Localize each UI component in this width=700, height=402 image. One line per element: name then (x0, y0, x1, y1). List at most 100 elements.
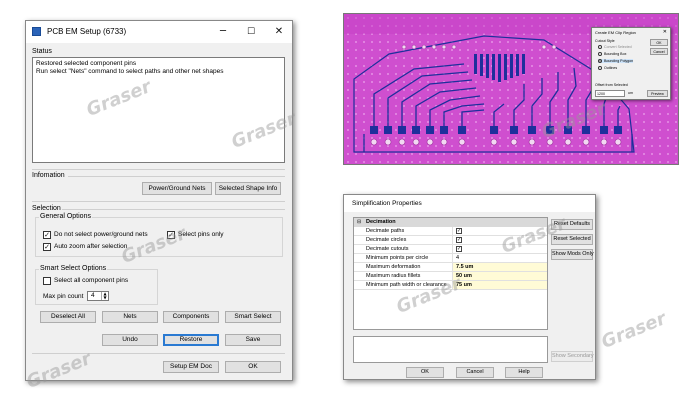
description-panel (353, 336, 548, 363)
property-value[interactable]: ✓ (452, 245, 547, 253)
radio-icon (598, 52, 602, 57)
pcb-layout-view[interactable]: Create EM Clip Region ✕ Cutout Style Con… (343, 13, 679, 165)
cancel-button[interactable]: Cancel (456, 367, 494, 378)
auto-zoom-checkbox[interactable]: ✓ (43, 243, 51, 251)
status-textarea[interactable]: Restored selected component pins Run sel… (32, 57, 285, 163)
option-label: Outlines (604, 66, 618, 70)
option-label: Convert Selected (604, 45, 632, 49)
ok-button[interactable]: OK (406, 367, 444, 378)
property-row[interactable]: Maximum radius fillets 50 um (354, 272, 547, 281)
spin-arrows-icon[interactable]: ▲ ▼ (101, 292, 108, 300)
clip-dialog-title: Create EM Clip Region (595, 30, 636, 35)
power-ground-nets-button[interactable]: Power/Ground Nets (142, 182, 212, 195)
option-convert-selected[interactable]: Convert Selected (598, 45, 632, 50)
window-title: Simplification Properties (352, 200, 422, 207)
radio-icon (598, 45, 602, 50)
property-key: Minimum points per circle (366, 255, 429, 261)
select-all-component-pins-checkbox[interactable] (43, 277, 51, 285)
undo-button[interactable]: Undo (102, 334, 158, 346)
option-bounding-box[interactable]: Bounding Box (598, 52, 626, 57)
property-key: Decimate cutouts (366, 246, 409, 252)
show-mods-only-button[interactable]: Show Mods Only (551, 249, 594, 260)
property-value[interactable]: 4 (452, 254, 547, 262)
property-grid[interactable]: ⊟ Decimation Decimate paths ✓ Decimate ci… (353, 217, 548, 330)
property-key: Minimum path width or clearance (366, 282, 447, 288)
collapse-icon[interactable]: ⊟ (357, 219, 361, 225)
preview-button[interactable]: Preview (647, 90, 668, 97)
property-value[interactable]: ✓ (452, 236, 547, 244)
radio-selected-icon (598, 59, 602, 64)
close-icon[interactable]: ✕ (272, 25, 286, 39)
property-row[interactable]: Maximum deformation 7.5 um (354, 263, 547, 272)
decimation-section-header[interactable]: ⊟ Decimation (354, 218, 547, 227)
selection-label: Selection (32, 205, 61, 212)
divider (32, 201, 285, 202)
reset-selected-button[interactable]: Reset Selected (551, 234, 593, 245)
property-value[interactable]: 75 um (452, 281, 547, 289)
restore-button[interactable]: Restore (163, 334, 219, 346)
minimize-icon[interactable]: ─ (216, 25, 230, 39)
nets-button[interactable]: Nets (102, 311, 158, 323)
clip-cancel-button[interactable]: Cancel (650, 48, 668, 55)
select-pins-only-label: Select pins only (178, 231, 224, 238)
create-em-clip-region-dialog: Create EM Clip Region ✕ Cutout Style Con… (591, 27, 671, 100)
property-key: Maximum deformation (366, 264, 421, 270)
property-key: Maximum radius fillets (366, 273, 421, 279)
property-row[interactable]: Decimate circles ✓ (354, 236, 547, 245)
window-title: PCB EM Setup (6733) (47, 27, 127, 36)
title-bar: PCB EM Setup (6733) ─ ☐ ✕ (26, 21, 292, 43)
status-line-1: Restored selected component pins (36, 60, 137, 67)
radio-icon (598, 66, 602, 71)
option-bounding-polygon[interactable]: Bounding Polygon (598, 59, 634, 64)
offset-input[interactable]: 1200 (595, 90, 625, 97)
property-value[interactable]: 50 um (452, 272, 547, 280)
information-label: Infomation (32, 172, 65, 179)
simplification-properties-window: Simplification Properties ⊟ Decimation D… (343, 194, 596, 380)
close-icon[interactable]: ✕ (663, 29, 667, 35)
max-pin-count-value: 4 (91, 292, 95, 299)
watermark: Graser (598, 308, 670, 353)
section-label: Decimation (366, 219, 396, 225)
divider (68, 176, 285, 177)
auto-zoom-label: Auto zoom after selection (54, 243, 128, 250)
max-pin-count-stepper[interactable]: 4 ▲ ▼ (87, 291, 109, 301)
option-outlines[interactable]: Outlines (598, 66, 618, 71)
selected-shape-info-button[interactable]: Selected Shape Info (215, 182, 281, 195)
checkbox-checked-icon[interactable]: ✓ (456, 246, 462, 252)
status-line-2: Run select "Nets" command to select path… (36, 68, 224, 75)
checkbox-checked-icon[interactable]: ✓ (456, 228, 462, 234)
reset-defaults-button[interactable]: Reset Defaults (551, 219, 593, 230)
components-button[interactable]: Components (163, 311, 219, 323)
max-pin-count-label: Max pin count (43, 293, 84, 300)
offset-label: Offset from Selected (595, 83, 628, 87)
divider (32, 169, 285, 170)
property-value[interactable]: ✓ (452, 227, 547, 235)
property-key: Decimate paths (366, 228, 405, 234)
smart-select-options-label: Smart Select Options (39, 265, 108, 272)
select-pins-only-checkbox[interactable]: ✓ (167, 231, 175, 239)
property-row[interactable]: Decimate cutouts ✓ (354, 245, 547, 254)
property-key: Decimate circles (366, 237, 407, 243)
do-not-select-power-label: Do not select power/ground nets (54, 231, 148, 238)
clip-ok-button[interactable]: OK (650, 39, 668, 46)
setup-em-doc-button[interactable]: Setup EM Doc (163, 361, 219, 373)
ok-button[interactable]: OK (225, 361, 281, 373)
save-button[interactable]: Save (225, 334, 281, 346)
maximize-icon[interactable]: ☐ (244, 25, 258, 39)
property-row[interactable]: Decimate paths ✓ (354, 227, 547, 236)
checkbox-checked-icon[interactable]: ✓ (456, 237, 462, 243)
select-all-component-pins-label: Select all component pins (54, 277, 129, 284)
do-not-select-power-checkbox[interactable]: ✓ (43, 231, 51, 239)
property-row[interactable]: Minimum points per circle 4 (354, 254, 547, 263)
help-button[interactable]: Help (505, 367, 543, 378)
divider (62, 209, 285, 210)
cutout-style-label: Cutout Style (595, 39, 615, 43)
property-value[interactable]: 7.5 um (452, 263, 547, 271)
smart-select-button[interactable]: Smart Select (225, 311, 281, 323)
app-icon (32, 27, 41, 36)
deselect-all-button[interactable]: Deselect All (40, 311, 96, 323)
show-secondary-button[interactable]: Show Secondary (551, 351, 594, 362)
divider (32, 353, 285, 354)
title-bar: Simplification Properties (344, 195, 595, 212)
property-row[interactable]: Minimum path width or clearance 75 um (354, 281, 547, 290)
